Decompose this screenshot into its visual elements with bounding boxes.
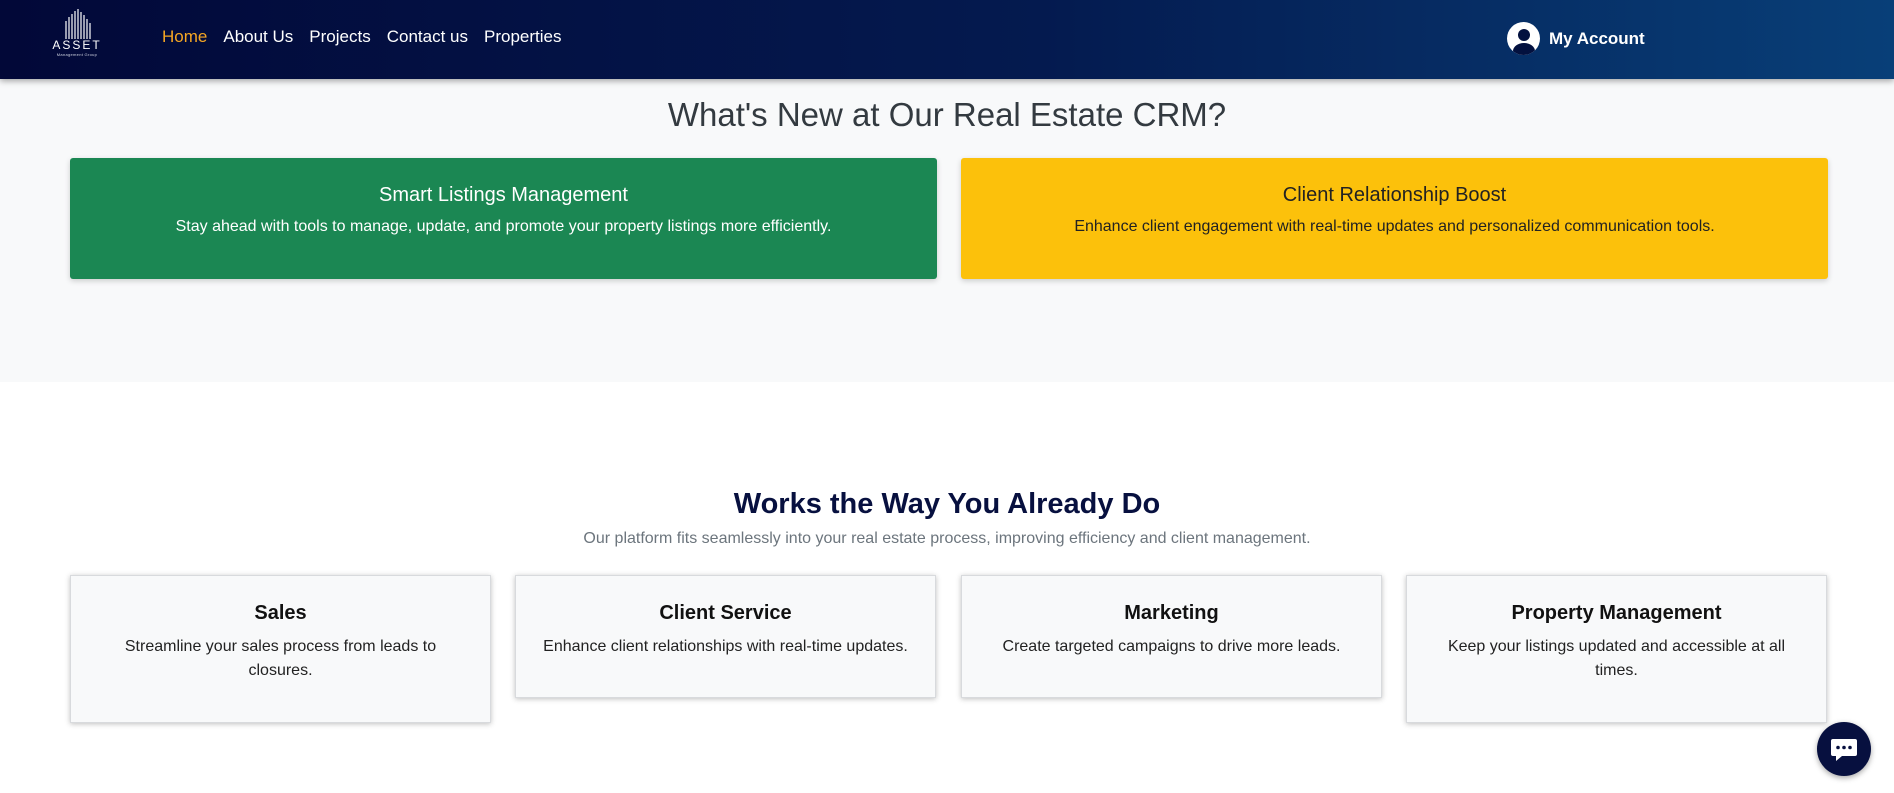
works-subtitle: Our platform fits seamlessly into your r… bbox=[583, 530, 1311, 547]
chat-bubble-icon bbox=[1831, 739, 1857, 761]
feature-card-text: Enhance client engagement with real-time… bbox=[1074, 218, 1715, 235]
service-card-sales: Sales Streamline your sales process from… bbox=[70, 575, 491, 723]
service-card-marketing: Marketing Create targeted campaigns to d… bbox=[961, 575, 1382, 698]
my-account-label: My Account bbox=[1549, 28, 1645, 48]
building-logo-icon bbox=[65, 9, 91, 39]
works-title: Works the Way You Already Do bbox=[733, 488, 1161, 520]
feature-card-title: Smart Listings Management bbox=[378, 184, 628, 206]
nav-link-contact-us[interactable]: Contact us bbox=[387, 27, 468, 47]
chat-button[interactable] bbox=[1817, 722, 1871, 776]
service-card-text: Enhance client relationships with real-t… bbox=[543, 638, 908, 655]
service-card-title: Client Service bbox=[659, 602, 792, 624]
service-card-client-service: Client Service Enhance client relationsh… bbox=[515, 575, 936, 698]
logo-subtext: Management Group bbox=[56, 52, 98, 57]
service-card-text: Create targeted campaigns to drive more … bbox=[1002, 638, 1341, 655]
brand-logo[interactable]: ASSET Management Group bbox=[48, 9, 106, 65]
feature-card-text: Stay ahead with tools to manage, update,… bbox=[175, 218, 832, 235]
main-nav: Home About Us Projects Contact us Proper… bbox=[162, 27, 577, 47]
service-card-title: Sales bbox=[254, 602, 307, 624]
service-card-text: Streamline your sales process from leads… bbox=[124, 638, 437, 679]
feature-card-client-relationship: Client Relationship Boost Enhance client… bbox=[961, 158, 1828, 279]
service-card-title: Marketing bbox=[1124, 602, 1219, 624]
user-circle-icon bbox=[1507, 22, 1540, 55]
nav-link-projects[interactable]: Projects bbox=[309, 27, 370, 47]
feature-card-title: Client Relationship Boost bbox=[1282, 184, 1507, 206]
my-account-button[interactable]: My Account bbox=[1507, 22, 1645, 55]
feature-card-smart-listings: Smart Listings Management Stay ahead wit… bbox=[70, 158, 937, 279]
whats-new-section: What's New at Our Real Estate CRM? Smart… bbox=[0, 79, 1894, 382]
nav-link-home[interactable]: Home bbox=[162, 27, 207, 47]
whats-new-title: What's New at Our Real Estate CRM? bbox=[667, 96, 1227, 133]
service-card-text: Keep your listings updated and accessibl… bbox=[1447, 638, 1786, 679]
nav-link-about-us[interactable]: About Us bbox=[223, 27, 293, 47]
top-navbar: ASSET Management Group Home About Us Pro… bbox=[0, 0, 1894, 79]
logo-text: ASSET bbox=[52, 38, 102, 52]
service-card-title: Property Management bbox=[1511, 602, 1722, 624]
service-card-property-management: Property Management Keep your listings u… bbox=[1406, 575, 1827, 723]
nav-link-properties[interactable]: Properties bbox=[484, 27, 561, 47]
